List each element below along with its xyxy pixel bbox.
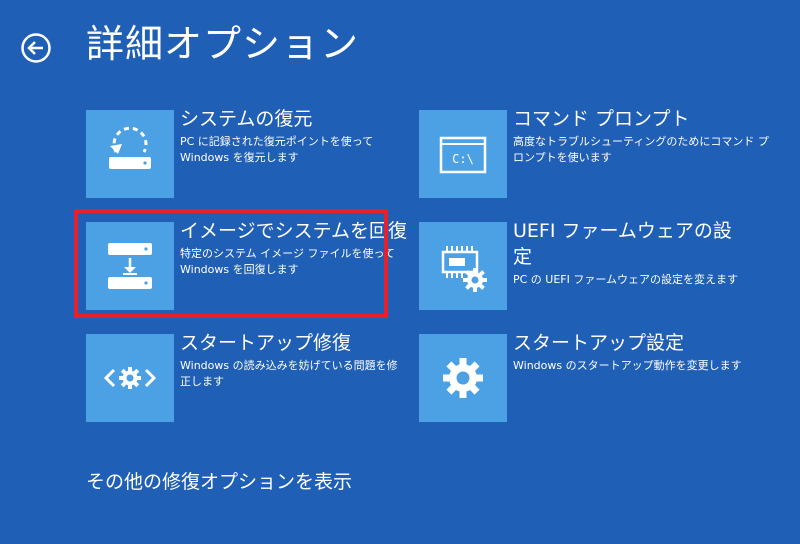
option-description: PC に記録された復元ポイントを使って Windows を復元します	[180, 135, 374, 164]
option-tile	[86, 110, 174, 198]
highlight-box	[74, 209, 388, 318]
option-tile	[419, 334, 507, 422]
option-description: Windows のスタートアップ動作を変更します	[513, 359, 742, 372]
back-button[interactable]	[20, 32, 52, 64]
option-description: 高度なトラブルシューティングのためにコマンド プ ロンプトを使います	[513, 135, 769, 164]
svg-text:C:\: C:\	[452, 152, 474, 166]
option-title: システムの復元	[180, 108, 313, 130]
more-repair-options-link[interactable]: その他の修復オプションを表示	[86, 468, 352, 496]
startup-repair-icon	[103, 367, 157, 389]
option-startup-settings[interactable]: スタートアップ設定 Windows のスタートアップ動作を変更します	[419, 332, 742, 422]
option-system-restore[interactable]: システムの復元 PC に記録された復元ポイントを使って Windows を復元し…	[86, 108, 374, 198]
option-description: Windows の読み込みを妨げている問題を修 正します	[180, 359, 398, 388]
option-uefi-firmware-settings[interactable]: UEFI ファームウェアの設 定 PC の UEFI ファームウェアの設定を変え…	[419, 220, 739, 310]
option-title: スタートアップ設定	[513, 332, 685, 354]
option-tile	[419, 222, 507, 310]
option-startup-repair[interactable]: スタートアップ修復 Windows の読み込みを妨げている問題を修 正します	[86, 332, 398, 422]
option-tile: C:\	[419, 110, 507, 198]
option-tile	[86, 334, 174, 422]
advanced-options-screen: 詳細オプション システムの復元 PC に記録された復元ポイントを使って Wind…	[0, 0, 800, 544]
system-restore-icon	[109, 126, 151, 169]
page-title: 詳細オプション	[86, 22, 360, 66]
back-arrow-icon	[21, 33, 51, 63]
option-title: コマンド プロンプト	[513, 108, 690, 130]
option-title: スタートアップ修復	[180, 332, 352, 354]
option-title: UEFI ファームウェアの設 定	[513, 220, 732, 268]
command-prompt-icon: C:\	[439, 136, 487, 174]
uefi-firmware-icon	[441, 246, 487, 292]
gear-icon	[443, 358, 483, 398]
option-command-prompt[interactable]: C:\ コマンド プロンプト 高度なトラブルシューティングのためにコマンド プ …	[419, 108, 769, 198]
option-description: PC の UEFI ファームウェアの設定を変えます	[513, 273, 739, 286]
